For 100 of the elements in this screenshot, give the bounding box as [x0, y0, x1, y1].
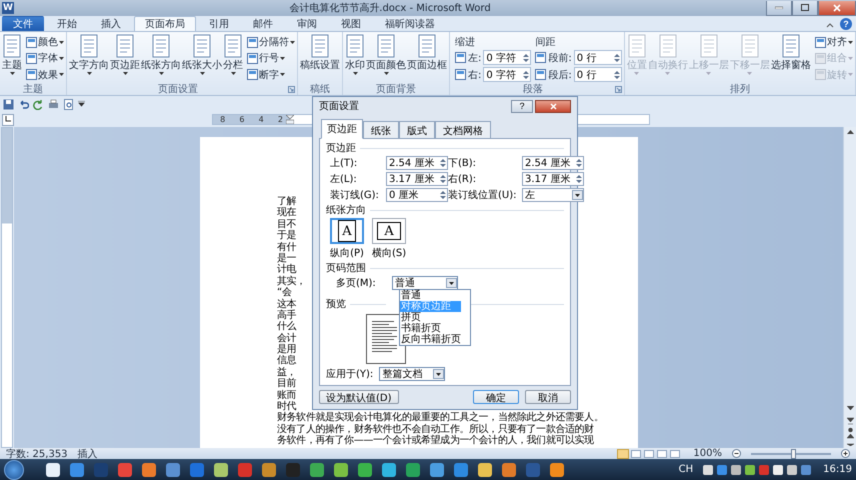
spin-field[interactable]: 0 字符	[483, 67, 532, 82]
spin-field[interactable]: 0 行	[574, 67, 622, 82]
ribbon-button[interactable]: 文字方向	[69, 34, 109, 83]
select-field[interactable]: 整篇文档	[379, 367, 446, 381]
tab-selector-button[interactable]	[2, 114, 14, 126]
ribbon-tab[interactable]: 视图	[330, 16, 372, 31]
save-icon[interactable]	[3, 98, 14, 110]
help-button[interactable]: ?	[511, 100, 533, 112]
app-icon[interactable]	[142, 462, 156, 476]
dialog-tab[interactable]: 文档网格	[435, 121, 491, 139]
dialog-tab[interactable]: 页边距	[321, 119, 363, 139]
app-icon[interactable]	[358, 462, 372, 476]
spin-arrows-icon[interactable]	[522, 70, 530, 80]
close-button[interactable]	[535, 100, 571, 112]
ribbon-button[interactable]: 断字	[247, 68, 295, 82]
spin-arrows-icon[interactable]	[612, 70, 621, 80]
spin-arrows-icon[interactable]	[575, 174, 583, 184]
spin-field[interactable]: 0 厘米	[386, 188, 448, 202]
cancel-button[interactable]: 取消	[525, 390, 571, 404]
text-line: 务软件，再有了你——一个会计或希望成为一个会计的人，我们就可以实现	[277, 435, 594, 447]
text-line: 了解	[277, 196, 296, 207]
start-button[interactable]	[4, 460, 24, 480]
app-icon[interactable]	[382, 462, 396, 476]
ribbon-tab[interactable]: 插入	[90, 16, 132, 31]
zoom-in-icon[interactable]	[841, 449, 850, 458]
customize-icon[interactable]	[78, 101, 85, 107]
ribbon-button[interactable]: 页面边框	[407, 34, 447, 83]
language-indicator[interactable]: CH	[678, 464, 694, 475]
page-navigation-icon[interactable]	[846, 406, 854, 446]
help-button[interactable]: ?	[840, 18, 852, 30]
insert-mode[interactable]: 插入	[78, 446, 98, 460]
maximize-button[interactable]	[792, 0, 818, 16]
preview-icon[interactable]	[63, 98, 74, 110]
file-tab[interactable]: 文件	[2, 16, 44, 31]
ribbon-button[interactable]: 纸张方向	[141, 34, 181, 83]
spin-field[interactable]: 2.54 厘米	[386, 156, 448, 170]
select-field[interactable]: 普通	[392, 276, 458, 290]
app-icon[interactable]	[334, 462, 348, 476]
dropdown-option[interactable]: 书籍折页	[400, 323, 461, 334]
ribbon-button[interactable]: 页面颜色	[366, 34, 406, 83]
select-field[interactable]: 左	[522, 188, 584, 202]
orientation-button[interactable]: A	[372, 218, 406, 244]
print-icon[interactable]	[48, 98, 59, 110]
ribbon-button[interactable]: 稿纸设置	[300, 34, 340, 83]
ribbon-button[interactable]: 分隔符	[247, 35, 295, 50]
ribbon-button[interactable]: 主题	[2, 34, 22, 83]
tray-icons[interactable]	[703, 464, 814, 476]
ribbon-button[interactable]: 效果	[26, 68, 64, 82]
spin-arrows-icon[interactable]	[439, 158, 447, 168]
spin-field[interactable]: 0 行	[574, 50, 622, 66]
zoom-thumb[interactable]	[790, 448, 796, 458]
dialog-tab[interactable]: 版式	[399, 121, 435, 139]
ribbon-tab[interactable]: 审阅	[286, 16, 328, 31]
dropdown-option[interactable]: 普通	[400, 290, 461, 301]
zoom-level[interactable]: 100%	[693, 448, 722, 459]
word-count[interactable]: 字数: 25,353	[6, 446, 68, 460]
collapse-ribbon-icon[interactable]	[826, 22, 834, 28]
ribbon-tab[interactable]: 邮件	[242, 16, 284, 31]
ribbon-button[interactable]: 选择窗格	[770, 34, 811, 83]
ribbon-tab[interactable]: 引用	[198, 16, 240, 31]
ribbon-button[interactable]: 水印	[345, 34, 365, 83]
default-button[interactable]: 设为默认值(D)	[319, 390, 399, 404]
scroll-up-icon[interactable]	[846, 129, 854, 134]
redo-icon[interactable]	[33, 98, 44, 110]
ribbon-button[interactable]: 行号	[247, 51, 295, 66]
spin-arrows-icon[interactable]	[439, 190, 447, 200]
ribbon-button[interactable]: 颜色	[26, 35, 64, 50]
spin-field[interactable]: 3.17 厘米	[386, 172, 448, 186]
app-icon[interactable]	[478, 462, 492, 476]
ribbon-tab[interactable]: 页面布局	[134, 16, 196, 31]
undo-icon[interactable]	[18, 98, 29, 110]
spin-field[interactable]: 0 字符	[483, 50, 532, 66]
spin-arrows-icon[interactable]	[522, 52, 530, 63]
spin-field[interactable]: 3.17 厘米	[522, 172, 584, 186]
spin-arrows-icon[interactable]	[575, 158, 583, 168]
scrollbar[interactable]	[843, 127, 856, 448]
ribbon-tab[interactable]: 福昕阅读器	[374, 16, 446, 31]
ok-button[interactable]: 确定	[473, 390, 519, 404]
indent-marker-icon[interactable]	[286, 115, 294, 124]
dropdown-option[interactable]: 反向书籍折页	[400, 334, 461, 345]
app-icon[interactable]	[214, 462, 228, 476]
clock[interactable]: 16:19	[823, 464, 852, 475]
app-icon[interactable]	[550, 462, 564, 476]
spin-field[interactable]: 2.54 厘米	[522, 156, 584, 170]
dropdown-option[interactable]: 拼页	[400, 312, 461, 323]
launcher-icon[interactable]	[614, 86, 622, 93]
ribbon-button[interactable]: 分栏	[223, 34, 243, 83]
dialog-tab[interactable]: 纸张	[363, 121, 399, 139]
close-button[interactable]	[818, 0, 856, 16]
orientation-button[interactable]: A	[330, 218, 364, 244]
launcher-icon[interactable]	[288, 86, 295, 93]
app-icon[interactable]	[46, 462, 60, 476]
zoom-out-icon[interactable]	[732, 449, 741, 458]
ribbon-button[interactable]: 对齐	[814, 35, 853, 50]
ribbon-button[interactable]: 页边距	[110, 34, 140, 83]
ribbon-tab[interactable]: 开始	[46, 16, 88, 31]
ribbon-button[interactable]: 纸张大小	[182, 34, 222, 83]
ribbon-button[interactable]: 字体	[26, 51, 64, 66]
spin-arrows-icon[interactable]	[612, 52, 621, 63]
spin-arrows-icon[interactable]	[439, 174, 447, 184]
